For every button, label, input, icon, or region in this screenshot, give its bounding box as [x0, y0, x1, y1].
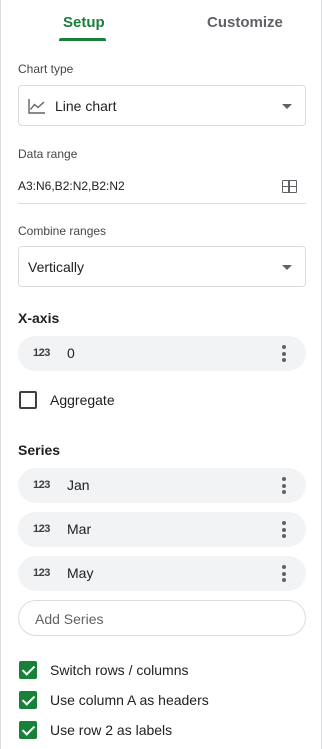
- switch-rows-columns-row[interactable]: Switch rows / columns: [18, 660, 306, 682]
- more-options-icon[interactable]: [282, 345, 286, 362]
- numeric-123-icon: 123: [33, 347, 50, 359]
- active-tab-indicator: [59, 38, 106, 41]
- add-series-button[interactable]: Add Series: [18, 600, 306, 636]
- more-options-icon[interactable]: [282, 477, 286, 494]
- combine-ranges-select[interactable]: Vertically: [18, 246, 306, 287]
- use-column-a-headers-checkbox[interactable]: [19, 691, 37, 709]
- aggregate-checkbox-row[interactable]: Aggregate: [18, 390, 306, 412]
- series-heading: Series: [18, 442, 61, 458]
- select-range-grid-icon[interactable]: [282, 180, 297, 193]
- series-chip-mar[interactable]: 123 Mar: [18, 512, 306, 547]
- combine-ranges-label: Combine ranges: [18, 224, 107, 238]
- tab-customize[interactable]: Customize: [207, 14, 283, 31]
- chart-type-label: Chart type: [18, 62, 74, 76]
- switch-rows-columns-label: Switch rows / columns: [50, 662, 189, 678]
- chart-type-select[interactable]: Line chart: [18, 85, 306, 126]
- numeric-123-icon: 123: [33, 479, 50, 491]
- use-column-a-headers-label: Use column A as headers: [50, 692, 209, 708]
- series-chip-jan[interactable]: 123 Jan: [18, 468, 306, 503]
- x-axis-heading: X-axis: [18, 310, 60, 326]
- add-series-label: Add Series: [35, 611, 104, 627]
- editor-tabs: Setup Customize: [1, 0, 321, 42]
- data-range-label: Data range: [18, 147, 78, 161]
- data-range-input[interactable]: A3:N6,B2:N2,B2:N2: [18, 172, 306, 204]
- chevron-down-icon: [282, 265, 292, 270]
- series-chip-may[interactable]: 123 May: [18, 556, 306, 591]
- tab-setup[interactable]: Setup: [63, 14, 105, 31]
- series-chip-label: May: [67, 565, 94, 581]
- use-row-2-labels-row[interactable]: Use row 2 as labels: [18, 720, 306, 742]
- switch-rows-columns-checkbox[interactable]: [19, 661, 37, 679]
- chart-editor-panel: Setup Customize Chart type Line chart Da…: [0, 0, 322, 749]
- use-column-a-headers-row[interactable]: Use column A as headers: [18, 690, 306, 712]
- series-chip-label: Jan: [67, 477, 90, 493]
- aggregate-label: Aggregate: [50, 392, 115, 408]
- combine-ranges-value: Vertically: [28, 259, 85, 275]
- x-axis-chip-label: 0: [67, 345, 75, 361]
- more-options-icon[interactable]: [282, 521, 286, 538]
- data-range-value: A3:N6,B2:N2,B2:N2: [18, 179, 125, 193]
- numeric-123-icon: 123: [33, 523, 50, 535]
- x-axis-chip[interactable]: 123 0: [18, 336, 306, 371]
- series-chip-label: Mar: [67, 521, 92, 537]
- line-chart-icon: [28, 99, 45, 114]
- use-row-2-labels-checkbox[interactable]: [19, 721, 37, 739]
- numeric-123-icon: 123: [33, 567, 50, 579]
- chart-type-value: Line chart: [55, 98, 117, 114]
- chevron-down-icon: [282, 104, 292, 109]
- use-row-2-labels-label: Use row 2 as labels: [50, 722, 173, 738]
- more-options-icon[interactable]: [282, 565, 286, 582]
- aggregate-checkbox[interactable]: [19, 391, 37, 409]
